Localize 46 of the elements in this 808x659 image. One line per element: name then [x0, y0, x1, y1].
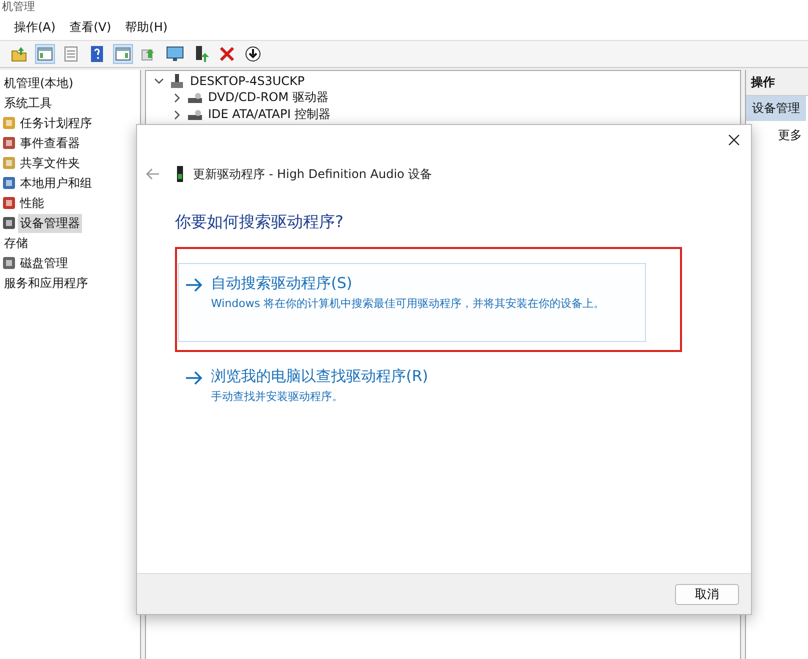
cancel-button[interactable]: 取消 — [675, 584, 739, 604]
folder-up-icon[interactable] — [10, 45, 28, 63]
tree-item[interactable]: 性能 — [18, 194, 46, 212]
device-icon — [176, 166, 184, 182]
tree-item[interactable]: 机管理(本地) — [2, 74, 76, 92]
tree-item[interactable]: 本地用户和组 — [18, 174, 94, 192]
arrow-icon — [185, 371, 203, 385]
option-description: Windows 将在你的计算机中搜索最佳可用驱动程序，并将其安装在你的设备上。 — [211, 296, 605, 311]
tree-item[interactable]: 存储 — [2, 234, 30, 252]
help-icon[interactable] — [88, 45, 106, 63]
list-icon[interactable] — [62, 45, 80, 63]
actions-header: 操作 — [746, 70, 808, 96]
device-tree-item[interactable]: DVD/CD-ROM 驱动器 — [208, 89, 328, 106]
pane-icon[interactable] — [114, 45, 132, 63]
tree-item[interactable]: 服务和应用程序 — [2, 274, 90, 292]
computer-icon — [169, 72, 185, 88]
option-button[interactable]: 自动搜索驱动程序(S) Windows 将在你的计算机中搜索最佳可用驱动程序，并将其安装在你的设备上。 — [178, 263, 646, 342]
close-icon[interactable] — [728, 134, 740, 146]
menu-item[interactable]: 查看(V) — [70, 18, 112, 36]
actions-section[interactable]: 设备管理 — [746, 96, 806, 121]
download-icon[interactable] — [244, 45, 262, 63]
chevron-icon[interactable] — [172, 110, 182, 120]
device-tree-item[interactable]: DESKTOP-4S3UCKP — [190, 74, 305, 88]
delete-icon[interactable] — [218, 45, 236, 63]
dialog-heading: 你要如何搜索驱动程序? — [175, 212, 344, 233]
chevron-icon[interactable] — [172, 92, 182, 102]
option-title: 浏览我的电脑以查找驱动程序(R) — [211, 367, 428, 386]
chevron-icon[interactable] — [154, 76, 164, 86]
option-button[interactable]: 浏览我的电脑以查找驱动程序(R) 手动查找并安装驱动程序。 — [178, 366, 646, 405]
tree-item[interactable]: 任务计划程序 — [18, 114, 94, 132]
menu-item[interactable]: 操作(A) — [14, 18, 56, 36]
tree-item[interactable]: 设备管理器 — [18, 214, 82, 232]
monitor-icon[interactable] — [166, 45, 184, 63]
window-title: 机管理 — [1, 0, 36, 14]
option-description: 手动查找并安装驱动程序。 — [211, 389, 344, 404]
tree-item[interactable]: 系统工具 — [2, 94, 54, 112]
tree-item[interactable]: 事件查看器 — [18, 134, 82, 152]
back-icon[interactable] — [146, 168, 160, 180]
console-tree-icon[interactable] — [36, 45, 54, 63]
menu-item[interactable]: 帮助(H) — [125, 18, 168, 36]
arrow-icon — [185, 278, 203, 292]
tree-item[interactable]: 共享文件夹 — [18, 154, 82, 172]
device-tree-item[interactable]: IDE ATA/ATAPI 控制器 — [208, 106, 331, 123]
tree-item[interactable]: 磁盘管理 — [18, 254, 70, 272]
option-title: 自动搜索驱动程序(S) — [211, 274, 354, 293]
dialog-title: 更新驱动程序 - High Definition Audio 设备 — [193, 166, 432, 182]
